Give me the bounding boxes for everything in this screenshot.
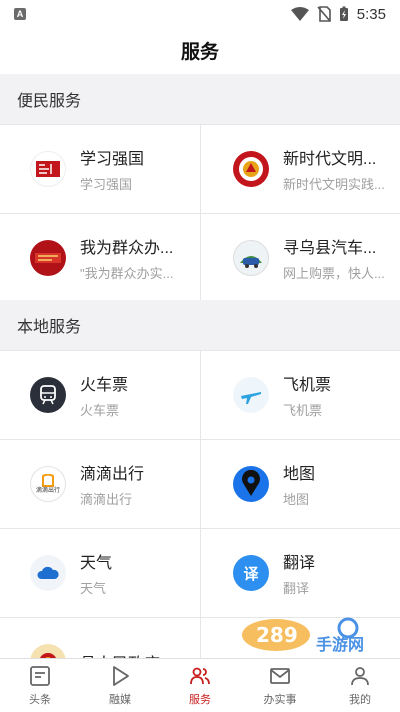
title-bar: 服务 [0, 28, 400, 72]
service-item-civilization[interactable]: 新时代文明... 新时代文明实践... [200, 125, 400, 214]
service-item-translate[interactable]: 译 翻译 翻译 [200, 529, 400, 618]
civilization-practice-logo [233, 151, 269, 187]
service-subtitle: 滴滴出行 [80, 492, 133, 507]
people-icon [190, 667, 210, 685]
convenience-services-grid: 学习强国 学习强国 新时代文明... 新时代文明实践... 我为群众办... "… [0, 124, 400, 303]
section-title: 本地服务 [17, 319, 82, 336]
nav-label: 头条 [29, 694, 51, 706]
serve-the-people-logo [30, 240, 66, 276]
nav-label: 我的 [349, 694, 371, 706]
battery-icon [339, 6, 348, 21]
nav-tab-services[interactable]: 服务 [160, 659, 240, 712]
service-item-serve-people[interactable]: 我为群众办... "我为群众办实... [0, 214, 200, 303]
translate-icon: 译 [233, 555, 269, 591]
translate-logo-text: 译 [243, 565, 259, 583]
service-item-xuexi[interactable]: 学习强国 学习强国 [0, 125, 200, 214]
service-subtitle: 翻译 [283, 581, 310, 596]
service-item-train[interactable]: 火车票 火车票 [0, 351, 200, 440]
service-subtitle: 网上购票，快人... [283, 266, 385, 281]
service-title: 翻译 [283, 555, 316, 572]
mail-icon [270, 668, 290, 684]
local-services-grid: 火车票 火车票 飞机票 飞机票 滴滴出行 滴滴出行 滴滴出行 地图 地图 天气 … [0, 350, 400, 658]
notification-icon: A [14, 8, 26, 20]
didi-logo-text: 滴滴出行 [35, 487, 60, 494]
play-icon [113, 666, 129, 686]
service-subtitle: "我为群众办实... [80, 266, 174, 281]
section-header-convenience: 便民服务 [0, 74, 400, 124]
wifi-icon [290, 7, 309, 21]
service-title: 天气 [80, 555, 113, 572]
service-subtitle: 火车票 [80, 403, 120, 418]
service-item-weather[interactable]: 天气 天气 [0, 529, 200, 618]
service-item-xunwu-bus[interactable]: 寻乌县汽车... 网上购票，快人... [200, 214, 400, 303]
xunwu-bus-logo [233, 240, 269, 276]
user-icon [351, 667, 369, 686]
airplane-icon [233, 377, 269, 413]
service-title: 学习强国 [80, 151, 145, 168]
no-sim-icon [317, 6, 331, 22]
section-header-local: 本地服务 [0, 300, 400, 350]
service-title: 飞机票 [283, 377, 332, 394]
service-item-flight[interactable]: 飞机票 飞机票 [200, 351, 400, 440]
service-subtitle: 天气 [80, 581, 107, 596]
xuexi-qiangguo-logo [30, 151, 66, 187]
service-item-didi[interactable]: 滴滴出行 滴滴出行 滴滴出行 [0, 440, 200, 529]
section-title: 便民服务 [17, 93, 82, 110]
service-title: 地图 [283, 466, 316, 483]
train-icon [30, 377, 66, 413]
service-title: 新时代文明... [283, 151, 377, 168]
service-subtitle: 飞机票 [283, 403, 323, 418]
service-subtitle: 地图 [283, 492, 310, 507]
service-title: 县人民政府 [80, 650, 160, 658]
cloud-icon [30, 555, 66, 591]
map-pin-icon [233, 466, 269, 502]
service-item-county-government[interactable]: 县人民政府 [0, 618, 200, 658]
clock: 5:35 [356, 5, 386, 23]
service-title: 滴滴出行 [80, 466, 145, 483]
nav-label: 服务 [189, 694, 211, 706]
service-title: 寻乌县汽车... [283, 240, 377, 257]
nav-tab-headlines[interactable]: 头条 [0, 659, 80, 712]
service-item-partial[interactable] [200, 618, 400, 658]
didi-logo: 滴滴出行 [30, 466, 66, 502]
page-title: 服务 [180, 41, 219, 63]
service-subtitle: 学习强国 [80, 177, 133, 192]
nav-label: 办实事 [263, 694, 297, 706]
service-title: 我为群众办... [80, 240, 174, 257]
service-subtitle: 新时代文明实践... [283, 177, 385, 192]
status-icons: 5:35 [290, 5, 386, 23]
bottom-navigation: 头条 融媒 服务 办实事 我的 [0, 658, 400, 712]
nav-tab-practical[interactable]: 办实事 [240, 659, 320, 712]
status-bar: A 5:35 [0, 0, 400, 28]
county-government-logo [30, 644, 66, 658]
service-item-map[interactable]: 地图 地图 [200, 440, 400, 529]
nav-tab-media[interactable]: 融媒 [80, 659, 160, 712]
nav-tab-mine[interactable]: 我的 [320, 659, 400, 712]
headlines-icon [30, 666, 50, 686]
service-title: 火车票 [80, 377, 129, 394]
nav-label: 融媒 [109, 694, 131, 706]
